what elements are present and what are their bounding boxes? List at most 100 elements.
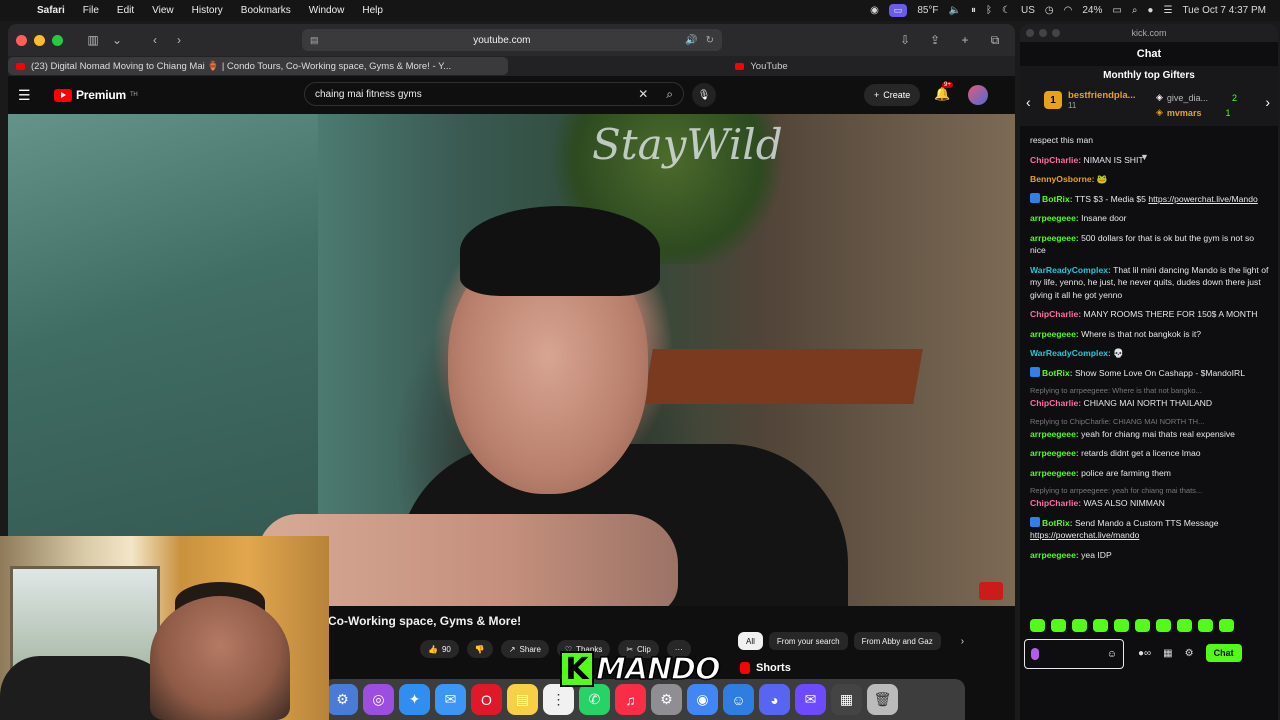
menu-window[interactable]: Window (300, 5, 354, 16)
mail-icon[interactable]: ✉ (435, 684, 466, 715)
notes-icon[interactable]: ▤ (507, 684, 538, 715)
close-window-button[interactable] (1026, 29, 1034, 37)
focus-moon-icon[interactable]: ☾ (1002, 5, 1011, 16)
control-center-icon[interactable]: ☰ (1163, 5, 1172, 16)
battery-percent[interactable]: 24% (1082, 5, 1102, 16)
finder-icon[interactable]: ☺ (723, 684, 754, 715)
share-button[interactable]: ↗ Share (500, 640, 549, 658)
emote-icon[interactable] (1093, 619, 1108, 632)
store-icon[interactable]: ▦ (1163, 648, 1172, 659)
create-button[interactable]: + Create (864, 84, 921, 106)
clock-icon[interactable]: ◷ (1045, 5, 1054, 16)
wifi-icon[interactable]: ◠ (1064, 5, 1073, 16)
chat-input[interactable]: ☺ (1024, 639, 1124, 669)
chevron-right-icon[interactable]: › (961, 636, 964, 647)
zoom-window-button[interactable] (52, 34, 63, 46)
youtube-logo[interactable]: Premium TH (54, 88, 138, 102)
chat-username[interactable]: ChipCharlie: (1030, 398, 1081, 408)
zoom-window-button[interactable] (1052, 29, 1060, 37)
trash-icon[interactable]: 🗑 (867, 684, 898, 715)
keyboard-input[interactable]: US (1021, 5, 1035, 16)
chat-username[interactable]: arrpeegeee: (1030, 468, 1079, 478)
volume-icon[interactable]: 🔈 (949, 5, 961, 16)
chat-username[interactable]: BotRix: (1042, 194, 1073, 204)
chat-username[interactable]: arrpeegeee: (1030, 429, 1079, 439)
siri-icon[interactable]: ● (1147, 5, 1153, 16)
settings-icon[interactable]: ⚙ (327, 684, 358, 715)
menu-icon[interactable]: ☰ (18, 87, 42, 104)
menu-view[interactable]: View (143, 5, 183, 16)
menu-help[interactable]: Help (353, 5, 392, 16)
safari-icon[interactable]: ✦ (399, 684, 430, 715)
gifter-second[interactable]: ◈ give_dia... 2 (1156, 90, 1237, 105)
avatar[interactable] (968, 85, 988, 105)
proton-mail-icon[interactable]: ✉ (795, 684, 826, 715)
reply-context[interactable]: Replying to arrpeegeee: yeah for chiang … (1030, 486, 1270, 496)
chevron-left-icon[interactable]: ‹ (1026, 94, 1031, 110)
address-bar[interactable]: ▤ youtube.com 🔊 ↻ (302, 29, 722, 51)
chat-username[interactable]: ChipCharlie: (1030, 309, 1081, 319)
menu-bookmarks[interactable]: Bookmarks (232, 5, 300, 16)
chat-username[interactable]: BotRix: (1042, 368, 1073, 378)
back-button[interactable]: ‹ (143, 29, 167, 51)
search-input[interactable]: chaing mai fitness gyms ✕ ⌕ (304, 82, 684, 106)
weather-temperature[interactable]: 85°F (917, 5, 938, 16)
emote-icon[interactable] (1072, 619, 1087, 632)
emote-icon[interactable] (1051, 619, 1066, 632)
mic-icon[interactable] (1031, 648, 1039, 660)
forward-button[interactable]: › (167, 29, 191, 51)
photos-icon[interactable]: ▦ (831, 684, 862, 715)
emote-icon[interactable] (1030, 619, 1045, 632)
users-icon[interactable]: ●∞ (1138, 648, 1151, 659)
chevron-right-icon[interactable]: › (1265, 94, 1270, 110)
chip-all[interactable]: All (738, 632, 763, 650)
menu-file[interactable]: File (74, 5, 108, 16)
battery-icon[interactable]: ▭ (1112, 5, 1121, 16)
bluetooth-icon[interactable]: ᛒ (986, 5, 992, 16)
gifter-third[interactable]: ◈ mvmars 1 (1156, 105, 1237, 120)
reply-context[interactable]: Replying to arrpeegeee: Where is that no… (1030, 386, 1270, 396)
downloads-icon[interactable]: ⇩ (893, 29, 917, 51)
chat-username[interactable]: ChipCharlie: (1030, 155, 1081, 165)
chat-username[interactable]: WarReadyComplex: (1030, 265, 1111, 275)
menu-app-name[interactable]: Safari (28, 5, 74, 16)
reload-icon[interactable]: ↻ (706, 35, 714, 46)
voice-search-icon[interactable]: 🎙 (692, 83, 716, 107)
share-icon[interactable]: ⇪ (923, 29, 947, 51)
tab-youtube-video[interactable]: (23) Digital Nomad Moving to Chiang Mai … (8, 57, 508, 75)
dislike-button[interactable]: 👎 (466, 640, 493, 658)
sidebar-toggle-icon[interactable]: ▥ (81, 29, 105, 51)
pause-icon[interactable]: ⏸ (971, 5, 976, 16)
emote-icon[interactable] (1135, 619, 1150, 632)
like-button[interactable]: 👍 90 (420, 640, 459, 658)
notifications-icon[interactable]: 🔔 9+ (934, 82, 953, 102)
menu-history[interactable]: History (183, 5, 232, 16)
creative-cloud-icon[interactable]: ◉ (870, 5, 879, 16)
chat-username[interactable]: arrpeegeee: (1030, 329, 1079, 339)
emote-icon[interactable] (1156, 619, 1171, 632)
audio-playing-icon[interactable]: 🔊 (685, 35, 697, 46)
chat-username[interactable]: arrpeegeee: (1030, 213, 1079, 223)
chat-link[interactable]: https://powerchat.live/mando (1030, 530, 1139, 540)
tab-overview-icon[interactable]: ⧉ (983, 29, 1007, 51)
emote-icon[interactable] (1177, 619, 1192, 632)
search-icon[interactable]: ⌕ (666, 87, 673, 102)
chat-username[interactable]: BotRix: (1042, 518, 1073, 528)
video-player[interactable]: StayWild (8, 114, 1015, 606)
gifter-first[interactable]: 1 bestfriendpla... 11 (1044, 90, 1136, 110)
opera-icon[interactable]: O (471, 684, 502, 715)
discord-icon[interactable]: ◕ (759, 684, 790, 715)
emote-icon[interactable] (1114, 619, 1129, 632)
send-chat-button[interactable]: Chat (1205, 644, 1242, 662)
new-tab-icon[interactable]: + (953, 29, 977, 51)
minimize-window-button[interactable] (1039, 29, 1047, 37)
close-window-button[interactable] (16, 34, 27, 46)
gear-icon[interactable]: ⚙ (1185, 648, 1194, 659)
menu-edit[interactable]: Edit (108, 5, 143, 16)
chip-from-channel[interactable]: From Abby and Gaz (853, 632, 941, 650)
emote-icon[interactable] (1219, 619, 1234, 632)
chat-username[interactable]: arrpeegeee: (1030, 233, 1079, 243)
chat-username[interactable]: arrpeegeee: (1030, 550, 1079, 560)
spotlight-icon[interactable]: ⌕ (1132, 5, 1138, 16)
podcasts-icon[interactable]: ◎ (363, 684, 394, 715)
